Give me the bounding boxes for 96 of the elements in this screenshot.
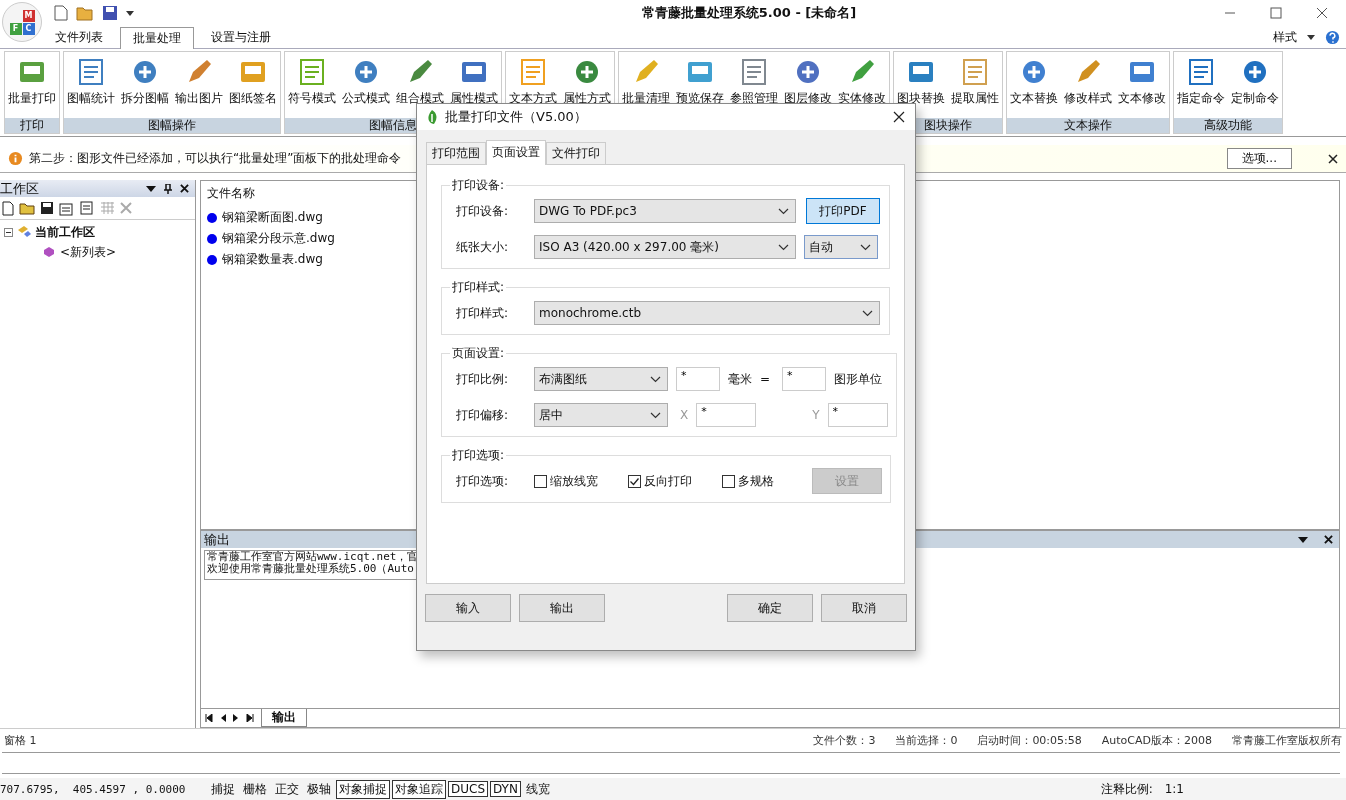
ribbon-button[interactable]: 图纸签名 — [226, 52, 280, 107]
dialog-button[interactable]: 输入 — [425, 594, 511, 622]
ribbon-button[interactable]: 定制命令 — [1228, 52, 1282, 107]
ribbon-tab[interactable]: 批量处理 — [120, 27, 194, 49]
dialog-button[interactable]: 取消 — [821, 594, 907, 622]
app-logo[interactable]: M F C — [2, 2, 42, 42]
ribbon-tab[interactable]: 文件列表 — [42, 26, 116, 48]
plot-style-select[interactable]: monochrome.ctb — [534, 301, 880, 325]
ribbon-button[interactable]: 公式模式 — [339, 52, 393, 107]
scale-label: 注释比例: — [1100, 780, 1153, 798]
logo-letter: F — [9, 22, 22, 35]
paper-size-select[interactable]: ISO A3 (420.00 x 297.00 毫米) — [534, 235, 796, 259]
status-text: 窗格 1 — [4, 732, 37, 748]
unit-label: 图形单位 — [834, 370, 883, 388]
checkbox[interactable]: 缩放线宽 — [534, 472, 598, 490]
ribbon-button[interactable]: 组合模式 — [393, 52, 447, 107]
group-title: 页面设置: — [451, 345, 506, 362]
ribbon-button[interactable]: 文本方式 — [506, 52, 560, 107]
field-label: 打印设备: — [456, 202, 510, 220]
input-field[interactable]: * — [782, 367, 827, 391]
column-header: 文件名称 — [207, 185, 255, 202]
group-title: 打印设备: — [451, 177, 506, 194]
field-label: 打印比例: — [456, 370, 510, 388]
status-text: AutoCAD版本：2008 — [1101, 732, 1212, 748]
status-text: 文件个数：3 — [813, 732, 876, 748]
dialog-tab[interactable]: 文件打印 — [546, 142, 606, 164]
toggle-button[interactable]: 极轴 — [304, 779, 334, 799]
ribbon-button[interactable]: 文本替换 — [1007, 52, 1061, 107]
ribbon-button[interactable]: 拆分图幅 — [118, 52, 172, 107]
ribbon-button[interactable]: 输出图片 — [172, 52, 226, 107]
input-field[interactable]: * — [676, 367, 720, 391]
ribbon-button[interactable]: 指定命令 — [1174, 52, 1228, 107]
file-item[interactable]: 钢箱梁断面图.dwg — [222, 209, 323, 226]
ribbon-button[interactable]: 文本修改 — [1115, 52, 1169, 107]
log-line: 欢迎使用常青藤批量处理系统5.00（Auto — [207, 563, 414, 575]
axis-label: Y — [812, 408, 820, 422]
print-pdf-button[interactable]: 打印PDF — [806, 198, 880, 224]
dialog-tab[interactable]: 打印范围 — [426, 142, 486, 164]
status-text: 当前选择：0 — [895, 732, 958, 748]
dialog-button[interactable]: 输出 — [519, 594, 605, 622]
field-label: 打印样式: — [456, 304, 510, 322]
field-label: 打印选项: — [456, 472, 510, 490]
ribbon-group-label: 图幅操作 — [64, 118, 280, 133]
ribbon-group-label: 高级功能 — [1174, 118, 1282, 133]
field-label: 纸张大小: — [456, 238, 510, 256]
file-item[interactable]: 钢箱梁分段示意.dwg — [222, 230, 335, 247]
toggle-button[interactable]: DYN — [490, 781, 521, 797]
ribbon-button[interactable]: 实体修改 — [835, 52, 889, 107]
logo-letter: M — [22, 9, 35, 22]
toggle-button[interactable]: 栅格 — [240, 779, 270, 799]
toggle-button[interactable]: 线宽 — [522, 779, 553, 799]
field-label: 打印偏移: — [456, 406, 510, 424]
ribbon-button[interactable]: 提取属性 — [948, 52, 1002, 107]
ribbon-button[interactable]: 批量清理 — [619, 52, 673, 107]
ribbon-button[interactable]: 批量打印 — [5, 52, 59, 107]
info-message: 第二步：图形文件已经添加，可以执行“批量处理”面板下的批处理命令 — [29, 150, 402, 167]
device-select[interactable]: DWG To PDF.pc3 — [534, 199, 796, 223]
offset-select[interactable]: 居中 — [534, 403, 668, 427]
checkbox[interactable]: 多规格 — [722, 472, 774, 490]
equals-sign: = — [760, 372, 771, 386]
toggle-button[interactable]: 捕捉 — [208, 779, 238, 799]
toggle-button[interactable]: DUCS — [448, 781, 489, 797]
options-button[interactable]: 选项... — [1226, 148, 1292, 169]
ribbon-group-label: 打印 — [5, 118, 59, 133]
style-menu[interactable]: 样式 — [1273, 28, 1297, 46]
toggle-button[interactable]: 正交 — [272, 779, 302, 799]
checkbox[interactable]: 反向打印 — [628, 472, 692, 490]
group-title: 打印选项: — [451, 447, 506, 464]
ribbon-group-label: 文本操作 — [1007, 118, 1169, 133]
paper-mode-select[interactable]: 自动 — [804, 235, 878, 259]
coordinates: 707.6795, 405.4597 , 0.0000 — [0, 782, 187, 796]
scale-select[interactable]: 布满图纸 — [534, 367, 668, 391]
file-item[interactable]: 钢箱梁数量表.dwg — [222, 251, 323, 268]
ribbon-tab[interactable]: 设置与注册 — [198, 26, 284, 48]
axis-label: X — [680, 408, 689, 422]
status-text: 常青藤工作室版权所有 — [1232, 732, 1342, 748]
ribbon-button[interactable]: 图幅统计 — [64, 52, 118, 107]
scale-value[interactable]: 1:1 — [1164, 782, 1184, 796]
unit-label: 毫米 — [728, 370, 752, 388]
ribbon-button[interactable]: 符号模式 — [285, 52, 339, 107]
logo-letter: C — [22, 22, 35, 35]
toggle-button[interactable]: 对象追踪 — [392, 779, 446, 799]
dialog-button[interactable]: 确定 — [727, 594, 813, 622]
window-title: 常青藤批量处理系统5.00 - [未命名] — [640, 4, 858, 22]
group-title: 打印样式: — [451, 279, 506, 296]
dialog-tab[interactable]: 页面设置 — [486, 140, 546, 165]
panel-title: 输出 — [204, 530, 230, 549]
panel-title: 工作区 — [0, 179, 39, 198]
ribbon-button[interactable]: 修改样式 — [1061, 52, 1115, 107]
tree-item[interactable]: 当前工作区 — [35, 223, 95, 241]
toggle-button[interactable]: 对象捕捉 — [336, 779, 390, 799]
input-field[interactable]: * — [696, 403, 757, 427]
output-tab[interactable]: 输出 — [261, 709, 307, 727]
status-text: 启动时间：00:05:58 — [977, 732, 1082, 748]
input-field[interactable]: * — [827, 403, 888, 427]
tree-item[interactable]: <新列表> — [60, 243, 117, 261]
